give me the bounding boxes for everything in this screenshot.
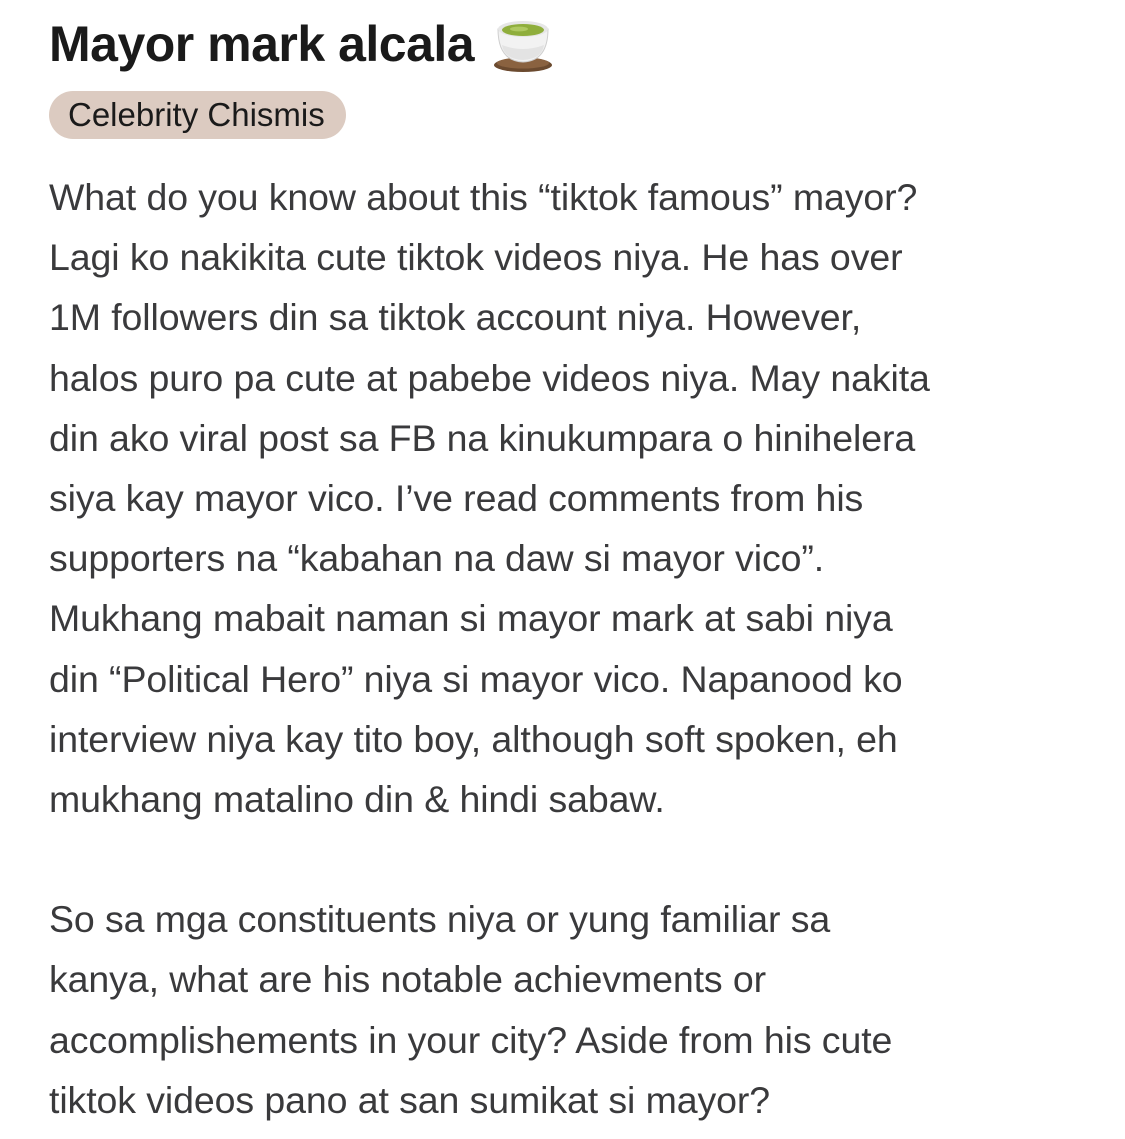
post: Mayor mark alcala Celebrity Chismis What… [49, 0, 1099, 1130]
post-paragraph-2: So sa mga constituents niya or yung fami… [49, 889, 1099, 1130]
text-line: interview niya kay tito boy, although so… [49, 717, 898, 760]
text-line: Lagi ko nakikita cute tiktok videos niya… [49, 236, 903, 279]
post-paragraph-1: What do you know about this “tiktok famo… [49, 167, 1099, 829]
flair-badge[interactable]: Celebrity Chismis [49, 91, 346, 139]
text-line: tiktok videos pano at san sumikat si may… [49, 1078, 771, 1121]
post-body: What do you know about this “tiktok famo… [49, 167, 1099, 1130]
post-header: Mayor mark alcala [49, 12, 1099, 76]
text-line: accomplishements in your city? Aside fro… [49, 1018, 893, 1061]
text-line: kanya, what are his notable achievments … [49, 958, 767, 1001]
post-title[interactable]: Mayor mark alcala [49, 12, 475, 76]
text-line: halos puro pa cute at pabebe videos niya… [49, 356, 930, 399]
text-line: mukhang matalino din & hindi sabaw. [49, 778, 665, 821]
tea-cup-icon [492, 15, 554, 73]
text-line: supporters na “kabahan na daw si mayor v… [49, 537, 825, 580]
text-line: siya kay mayor vico. I’ve read comments … [49, 477, 864, 520]
text-line: din “Political Hero” niya si mayor vico.… [49, 657, 903, 700]
text-line: 1M followers din sa tiktok account niya.… [49, 296, 862, 339]
text-line: din ako viral post sa FB na kinukumpara … [49, 416, 916, 459]
text-line: What do you know about this “tiktok famo… [49, 176, 918, 218]
text-line: So sa mga constituents niya or yung fami… [49, 898, 831, 941]
text-line: Mukhang mabait naman si mayor mark at sa… [49, 597, 893, 640]
